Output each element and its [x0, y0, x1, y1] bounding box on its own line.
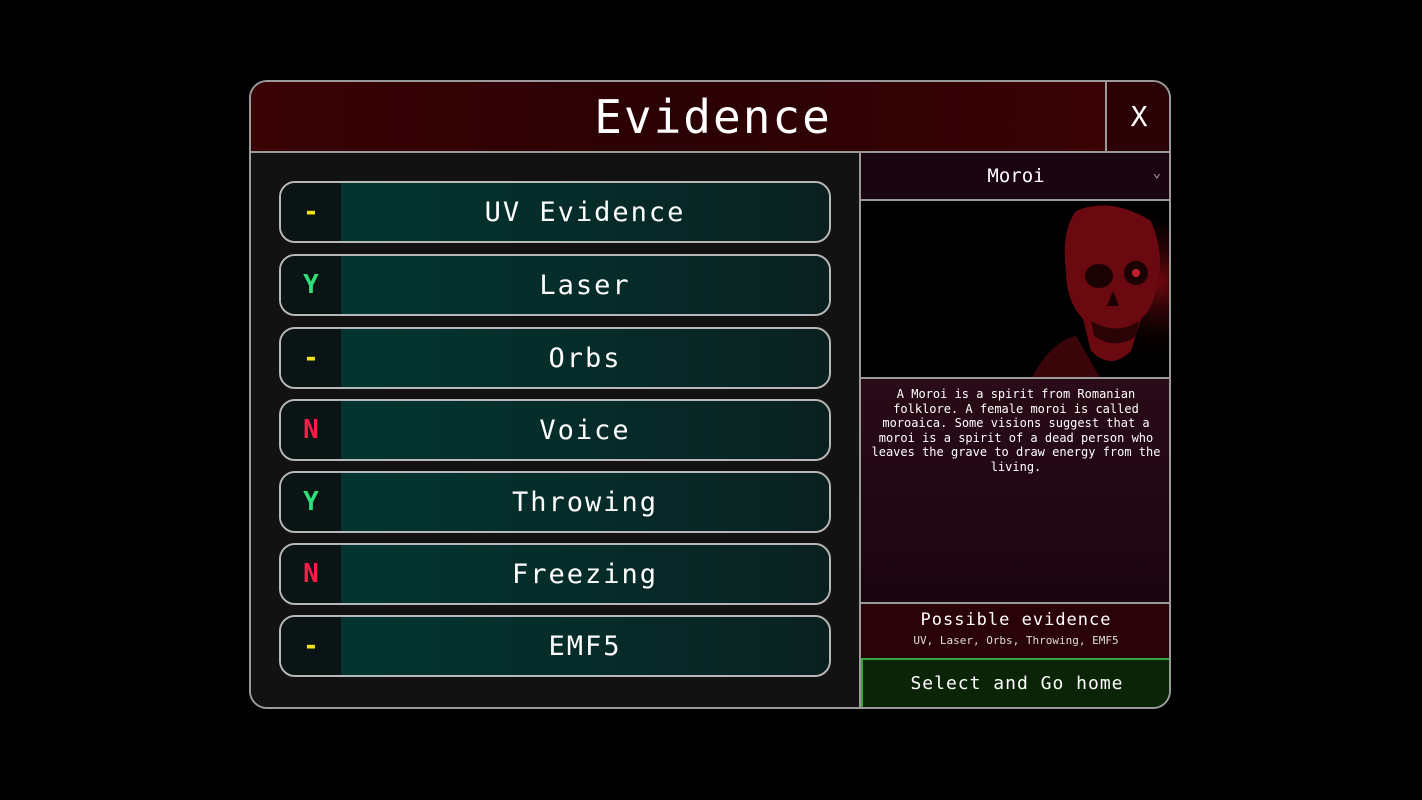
close-button[interactable]: X	[1105, 82, 1169, 153]
evidence-label: EMF5	[341, 617, 829, 675]
evidence-status: Y	[281, 256, 341, 314]
evidence-row-throwing[interactable]: Y Throwing	[279, 471, 831, 533]
evidence-status: N	[281, 545, 341, 603]
evidence-label: Laser	[341, 256, 829, 314]
evidence-label: Freezing	[341, 545, 829, 603]
evidence-row-emf5[interactable]: - EMF5	[279, 615, 831, 677]
possible-evidence-list: UV, Laser, Orbs, Throwing, EMF5	[913, 634, 1119, 647]
evidence-label: Throwing	[341, 473, 829, 531]
evidence-row-laser[interactable]: Y Laser	[279, 254, 831, 316]
evidence-dialog: Evidence X - UV Evidence Y Laser - Orbs …	[249, 80, 1171, 709]
evidence-status: -	[281, 617, 341, 675]
red-skull-ghost-image	[861, 201, 1169, 379]
evidence-row-uv[interactable]: - UV Evidence	[279, 181, 831, 243]
ghost-select-dropdown[interactable]: Moroi ⌄	[861, 153, 1169, 201]
evidence-label: UV Evidence	[341, 183, 829, 241]
skull-icon	[861, 201, 1169, 377]
possible-evidence-heading: Possible evidence	[920, 610, 1112, 630]
evidence-row-voice[interactable]: N Voice	[279, 399, 831, 461]
evidence-list: - UV Evidence Y Laser - Orbs N Voice Y T…	[251, 153, 859, 707]
evidence-status: -	[281, 329, 341, 387]
ghost-description: A Moroi is a spirit from Romanian folklo…	[861, 379, 1169, 604]
evidence-row-orbs[interactable]: - Orbs	[279, 327, 831, 389]
evidence-label: Orbs	[341, 329, 829, 387]
possible-evidence: Possible evidence UV, Laser, Orbs, Throw…	[861, 604, 1169, 658]
select-go-home-button[interactable]: Select and Go home	[861, 658, 1169, 707]
chevron-down-icon: ⌄	[1152, 165, 1161, 181]
evidence-label: Voice	[341, 401, 829, 459]
evidence-row-freezing[interactable]: N Freezing	[279, 543, 831, 605]
evidence-status: N	[281, 401, 341, 459]
dialog-title: Evidence	[594, 89, 832, 144]
dialog-header: Evidence	[251, 82, 1105, 153]
ghost-select-value: Moroi	[987, 165, 1045, 187]
evidence-status: Y	[281, 473, 341, 531]
ghost-panel: Moroi ⌄ A Moroi is a spirit from Romania…	[859, 153, 1169, 707]
evidence-status: -	[281, 183, 341, 241]
